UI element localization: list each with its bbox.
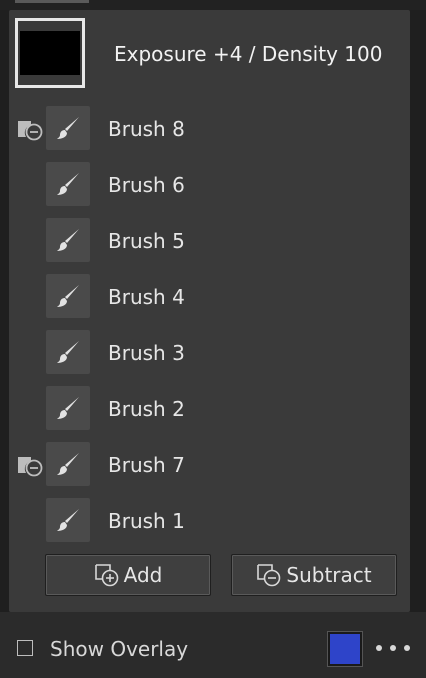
previous-thumb-edge xyxy=(15,0,89,3)
subtract-mode-icon xyxy=(18,457,43,477)
more-dot xyxy=(376,645,382,651)
show-overlay-label[interactable]: Show Overlay xyxy=(50,637,188,661)
brush-tile[interactable] xyxy=(46,218,90,262)
subtract-mode-icon xyxy=(18,121,43,141)
add-mask-icon xyxy=(94,564,118,587)
brush-tile[interactable] xyxy=(46,162,90,206)
more-dot xyxy=(390,645,396,651)
mask-thumbnail-image xyxy=(20,31,80,75)
brush-tile[interactable] xyxy=(46,386,90,430)
mask-settings-label: Exposure +4 / Density 100 xyxy=(114,42,383,66)
mask-components-panel: Exposure +4 / Density 100 Brush 8 Brush … xyxy=(9,10,410,612)
mask-header-row[interactable]: Exposure +4 / Density 100 xyxy=(9,18,410,94)
brush-icon xyxy=(57,341,79,363)
brush-icon xyxy=(57,173,79,195)
brush-label: Brush 6 xyxy=(108,173,185,197)
more-icon[interactable] xyxy=(376,637,410,659)
brush-icon xyxy=(57,453,79,475)
previous-panel-edge xyxy=(0,0,426,10)
overlay-color-swatch[interactable] xyxy=(327,631,363,667)
brush-icon xyxy=(57,117,79,139)
brush-label: Brush 8 xyxy=(108,117,185,141)
brush-icon xyxy=(57,509,79,531)
brush-row-6[interactable]: Brush 7 xyxy=(9,442,410,488)
brush-row-3[interactable]: Brush 4 xyxy=(9,274,410,320)
show-overlay-checkbox[interactable] xyxy=(17,640,33,656)
brush-label: Brush 5 xyxy=(108,229,185,253)
brush-icon xyxy=(57,397,79,419)
subtract-mask-icon xyxy=(257,564,281,587)
brush-label: Brush 2 xyxy=(108,397,185,421)
add-button-label: Add xyxy=(123,563,163,587)
brush-row-0[interactable]: Brush 8 xyxy=(9,106,410,152)
subtract-button-label: Subtract xyxy=(286,563,372,587)
brush-row-5[interactable]: Brush 2 xyxy=(9,386,410,432)
brush-tile[interactable] xyxy=(46,274,90,318)
brush-label: Brush 4 xyxy=(108,285,185,309)
brush-label: Brush 3 xyxy=(108,341,185,365)
brush-icon xyxy=(57,285,79,307)
mask-thumbnail[interactable] xyxy=(15,18,85,88)
brush-row-4[interactable]: Brush 3 xyxy=(9,330,410,376)
brush-tile[interactable] xyxy=(46,330,90,374)
brush-row-1[interactable]: Brush 6 xyxy=(9,162,410,208)
add-button[interactable]: Add xyxy=(45,554,211,596)
brush-label: Brush 7 xyxy=(108,453,185,477)
more-dot xyxy=(404,645,410,651)
brush-row-7[interactable]: Brush 1 xyxy=(9,498,410,544)
brush-tile[interactable] xyxy=(46,498,90,542)
brush-row-2[interactable]: Brush 5 xyxy=(9,218,410,264)
brush-label: Brush 1 xyxy=(108,509,185,533)
brush-icon xyxy=(57,229,79,251)
subtract-button[interactable]: Subtract xyxy=(231,554,397,596)
overlay-toolbar: Show Overlay xyxy=(0,612,426,678)
brush-tile[interactable] xyxy=(46,106,90,150)
brush-tile[interactable] xyxy=(46,442,90,486)
